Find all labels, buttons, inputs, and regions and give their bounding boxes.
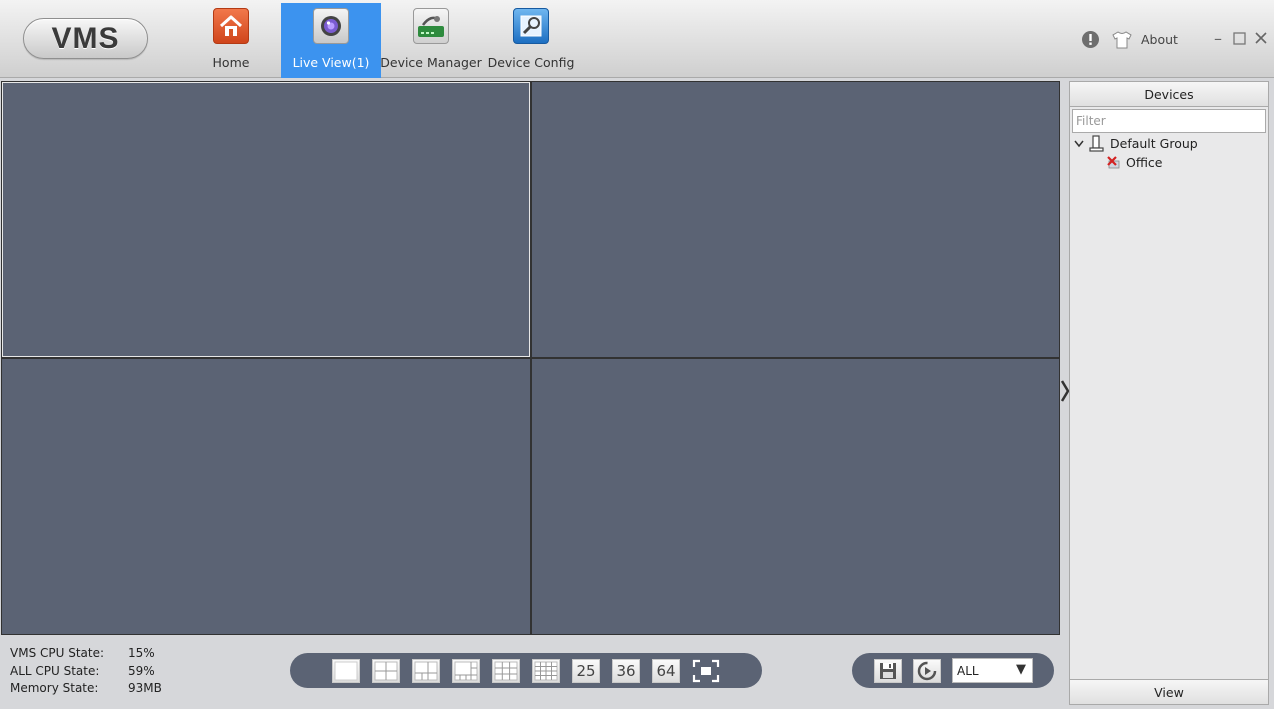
nav-live-view-label: Live View(1) [292,55,370,70]
all-cpu-value: 59% [128,664,155,678]
vms-cpu-value: 15% [128,646,155,660]
minimize-icon[interactable]: – [1214,29,1222,48]
home-icon [213,8,249,44]
filter-input[interactable] [1072,109,1266,133]
nav-device-config[interactable]: Device Config [481,3,581,78]
video-cell-4[interactable] [532,359,1059,634]
layout-8-icon[interactable] [452,659,480,683]
view-toolbar: ALL ▼ [852,653,1054,688]
devices-panel-title: Devices [1070,82,1268,107]
fullscreen-icon[interactable] [692,659,720,683]
device-manager-icon [413,8,449,44]
memory-value: 93MB [128,681,162,695]
cycle-play-icon[interactable] [913,659,941,683]
alert-icon[interactable] [1081,30,1100,52]
video-cell-1[interactable] [2,82,530,357]
stream-select-value: ALL [957,663,979,678]
memory-label: Memory State: [10,681,99,695]
nav-device-config-label: Device Config [487,55,575,70]
save-view-icon[interactable] [874,659,902,683]
layout-9-icon[interactable] [492,659,520,683]
all-cpu-label: ALL CPU State: [10,664,100,678]
tree-group-label: Default Group [1110,136,1198,151]
tree-group-default[interactable]: Default Group [1074,135,1198,152]
video-cell-3[interactable] [2,359,530,634]
dropdown-arrow-icon: ▼ [1016,662,1026,677]
layout-1-icon[interactable] [332,659,360,683]
top-bar: VMS Home Live View(1) Device Manager Dev… [0,0,1274,78]
chevron-down-icon[interactable] [1074,140,1086,148]
close-icon[interactable] [1254,30,1268,49]
camera-lens-icon [313,8,349,44]
layout-6-icon[interactable] [412,659,440,683]
video-grid [1,81,1060,635]
layout-64-button[interactable]: 64 [652,659,680,683]
nav-device-manager[interactable]: Device Manager [380,3,482,78]
layout-4-icon[interactable] [372,659,400,683]
stream-select[interactable]: ALL ▼ [952,658,1033,683]
skin-shirt-icon[interactable] [1112,31,1132,52]
layout-25-button[interactable]: 25 [572,659,600,683]
about-link[interactable]: About [1141,32,1178,47]
tree-device-office[interactable]: Office [1107,155,1163,170]
device-offline-icon [1107,155,1121,170]
layout-16-icon[interactable] [532,659,560,683]
logo-text: VMS [51,21,120,55]
vms-cpu-label: VMS CPU State: [10,646,105,660]
nav-live-view[interactable]: Live View(1) [281,3,381,78]
tree-device-label: Office [1126,155,1163,170]
group-icon [1088,135,1105,152]
view-tab[interactable]: View [1070,679,1268,704]
video-cell-2[interactable] [532,82,1059,357]
nav-home[interactable]: Home [181,3,281,78]
maximize-icon[interactable] [1233,30,1246,49]
devices-panel: Devices Default Group Office View [1069,81,1269,705]
layout-36-button[interactable]: 36 [612,659,640,683]
device-config-icon [513,8,549,44]
vms-logo: VMS [23,18,148,59]
nav-home-label: Home [212,55,250,70]
nav-device-manager-label: Device Manager [380,55,482,70]
layout-toolbar: 25 36 64 [290,653,762,688]
